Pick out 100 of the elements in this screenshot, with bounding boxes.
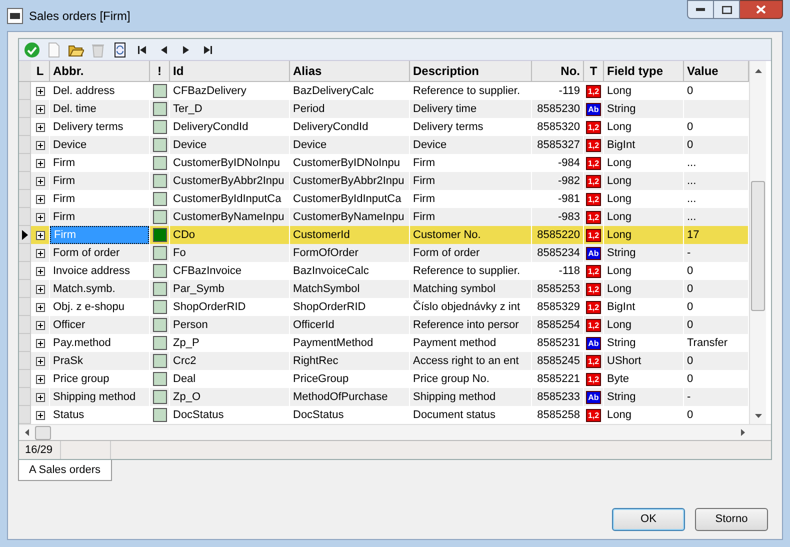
- table-row[interactable]: Firm CDo CustomerId Customer No. 8585220 1,2 Long 17: [19, 226, 749, 244]
- table-row[interactable]: PraSk Crc2 RightRec Access right to an ent 8585245 1,2 UShort 0: [19, 352, 749, 370]
- status-square-icon: [152, 300, 166, 314]
- close-icon: [756, 5, 766, 14]
- type-badge: 1,2: [586, 192, 602, 206]
- table-cell-text: Firm: [52, 174, 76, 189]
- type-badge: 1,2: [586, 174, 602, 188]
- table-row[interactable]: Match.symb. Par_Symb MatchSymbol Matching symbol 8585253 1,2 Long 0: [19, 280, 749, 298]
- expand-icon[interactable]: [36, 122, 44, 132]
- tab[interactable]: A Sales orders: [18, 460, 112, 481]
- column-header[interactable]: Abbr.: [50, 61, 150, 81]
- type-badge: 1,2: [586, 300, 602, 314]
- table-row[interactable]: Del. time Ter_D Period Delivery time 8585230 Ab String: [19, 100, 749, 118]
- column-header[interactable]: No.: [532, 61, 584, 81]
- type-badge: 1,2: [586, 138, 602, 152]
- table-row[interactable]: Officer Person OfficerId Reference into persor 8585254 1,2 Long 0: [19, 316, 749, 334]
- scrollbar-thumb[interactable]: [751, 181, 765, 311]
- column-header[interactable]: L: [31, 61, 50, 81]
- row-selector[interactable]: [19, 226, 31, 244]
- status-square-icon: [152, 174, 166, 188]
- expand-icon[interactable]: [36, 176, 44, 186]
- status-square-icon: [152, 390, 166, 404]
- type-badge: 1,2: [586, 282, 602, 296]
- type-badge: Ab: [586, 246, 601, 260]
- expand-icon[interactable]: [36, 374, 44, 384]
- expand-icon[interactable]: [36, 104, 44, 114]
- expand-icon[interactable]: [36, 356, 44, 366]
- scroll-down-icon[interactable]: [754, 414, 762, 418]
- scroll-up-icon[interactable]: [754, 69, 762, 73]
- minimize-icon: [696, 8, 705, 12]
- type-badge: Ab: [586, 390, 601, 404]
- status-square-icon: [152, 264, 166, 278]
- expand-icon[interactable]: [36, 410, 44, 420]
- table-row[interactable]: Firm CustomerByNameInpu CustomerByNameInpu Firm -983 1,2 Long ...: [19, 208, 749, 226]
- expand-icon[interactable]: [36, 284, 44, 294]
- type-badge: 1,2: [586, 156, 602, 170]
- type-badge: Ab: [586, 102, 601, 116]
- column-header[interactable]: Description: [410, 61, 532, 81]
- close-button[interactable]: [740, 0, 783, 19]
- expand-icon[interactable]: [36, 86, 44, 96]
- table-cell-text: Invoice address: [52, 264, 132, 279]
- status-square-icon: [152, 102, 166, 116]
- table-row[interactable]: Device Device Device Device 8585327 1,2 BigInt 0: [19, 136, 749, 154]
- type-badge: Ab: [586, 336, 601, 350]
- column-header[interactable]: Alias: [290, 61, 410, 81]
- expand-icon[interactable]: [36, 230, 44, 240]
- status-square-icon: [152, 210, 166, 224]
- scroll-left-icon[interactable]: [25, 429, 29, 436]
- expand-icon[interactable]: [36, 320, 44, 330]
- table-cell-text: Shipping method: [52, 390, 137, 405]
- table-cell-text: Del. time: [52, 102, 98, 117]
- expand-icon[interactable]: [36, 338, 44, 348]
- expand-icon[interactable]: [36, 302, 44, 312]
- minimize-button[interactable]: [687, 0, 714, 19]
- status-square-icon: [152, 120, 166, 134]
- table-cell-text: Obj. z e-shopu: [52, 300, 126, 315]
- column-header[interactable]: Field type: [604, 61, 684, 81]
- table-cell-text: Officer: [52, 318, 86, 333]
- status-square-icon: [152, 84, 166, 98]
- table-cell-text: Match.symb.: [52, 282, 116, 297]
- refresh-document-icon: [112, 42, 128, 58]
- column-header[interactable]: Id: [170, 61, 290, 81]
- dialog-button[interactable]: OK: [612, 508, 685, 531]
- app-logo-icon: [7, 8, 23, 24]
- expand-icon[interactable]: [36, 392, 44, 402]
- status-square-icon: [152, 246, 166, 260]
- column-header[interactable]: T: [584, 61, 604, 81]
- type-badge: 1,2: [586, 354, 602, 368]
- table-cell-text: Firm: [52, 156, 76, 171]
- maximize-button[interactable]: [714, 0, 740, 19]
- scrollbar-thumb[interactable]: [35, 426, 51, 440]
- status-square-icon: [152, 354, 166, 368]
- type-badge: 1,2: [586, 318, 602, 332]
- table-row[interactable]: Firm CustomerByAbbr2Inpu CustomerByAbbr2Inpu Firm -982 1,2 Long ...: [19, 172, 749, 190]
- table-cell-text: Form of order: [52, 246, 121, 261]
- table-cell-text: Delivery terms: [52, 120, 124, 135]
- dialog-button[interactable]: Storno: [695, 508, 768, 531]
- table-cell-text: PraSk: [52, 354, 84, 369]
- expand-icon[interactable]: [36, 248, 44, 258]
- expand-icon[interactable]: [36, 212, 44, 222]
- table-cell-text: Status: [52, 408, 86, 423]
- bin-icon: [90, 42, 106, 58]
- vertical-scrollbar[interactable]: [749, 61, 766, 424]
- status-square-icon: [152, 282, 166, 296]
- horizontal-scrollbar[interactable]: [19, 424, 771, 440]
- status-square-icon: [152, 228, 166, 242]
- maximize-icon: [722, 6, 732, 14]
- expand-icon[interactable]: [36, 158, 44, 168]
- column-header[interactable]: !: [150, 61, 170, 81]
- type-badge: 1,2: [586, 210, 602, 224]
- expand-icon[interactable]: [36, 194, 44, 204]
- type-badge: 1,2: [586, 264, 602, 278]
- scroll-right-icon[interactable]: [741, 429, 745, 436]
- table-row[interactable]: Form of order Fo FormOfOrder Form of order 8585234 Ab String -: [19, 244, 749, 262]
- type-badge: 1,2: [586, 372, 602, 386]
- table-cell-text: Firm: [52, 210, 76, 225]
- checkmark-icon: [24, 42, 40, 58]
- expand-icon[interactable]: [36, 140, 44, 150]
- table-row[interactable]: Shipping method Zp_O MethodOfPurchase Shipping method 8585233 Ab String -: [19, 388, 749, 406]
- expand-icon[interactable]: [36, 266, 44, 276]
